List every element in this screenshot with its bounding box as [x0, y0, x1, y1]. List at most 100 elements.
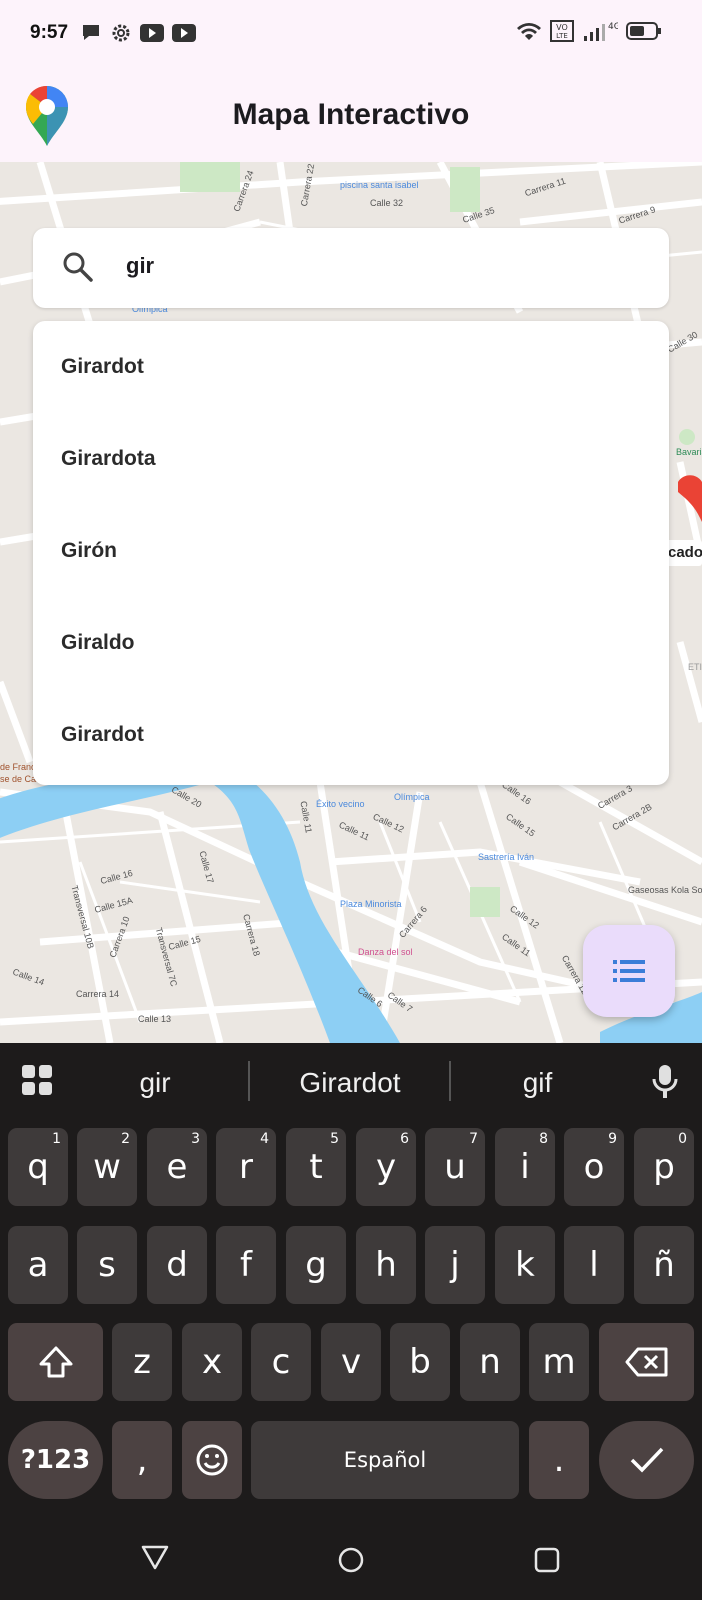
key-e[interactable]: e3 [147, 1128, 207, 1206]
key-h[interactable]: h [356, 1226, 416, 1304]
key-z[interactable]: z [112, 1323, 172, 1401]
key-t[interactable]: t5 [286, 1128, 346, 1206]
list-icon [613, 960, 645, 982]
suggestion-item[interactable]: Girardota [33, 413, 669, 505]
key-hint: 2 [121, 1131, 130, 1147]
key-label: q [27, 1147, 49, 1187]
battery-icon [626, 22, 661, 40]
key-label: p [653, 1147, 675, 1187]
suggestion-item[interactable]: Giraldo [33, 597, 669, 689]
key-u[interactable]: u7 [425, 1128, 485, 1206]
recents-nav-icon[interactable] [532, 1545, 562, 1575]
back-nav-icon[interactable] [140, 1542, 170, 1572]
shift-icon [39, 1346, 72, 1378]
status-time: 9:57 [30, 22, 69, 43]
map-label: Olímpica [394, 792, 430, 802]
key-w[interactable]: w2 [77, 1128, 137, 1206]
svg-text:4G: 4G [608, 22, 618, 32]
map-label: piscina santa isabel [340, 180, 419, 190]
key-label: o [583, 1147, 605, 1187]
period-key[interactable]: . [529, 1421, 589, 1499]
keyboard: gir Girardot gif q1 w2 e3 r4 t5 y6 u7 i8… [0, 1043, 702, 1600]
suggestion-item[interactable]: Girardot [33, 321, 669, 413]
signal-icon: 4G [584, 22, 618, 41]
key-label: e [166, 1147, 188, 1187]
volte-icon: VOLTE [550, 20, 574, 42]
key-label: y [375, 1147, 397, 1187]
key-x[interactable]: x [182, 1323, 242, 1401]
key-hint: 4 [260, 1131, 269, 1147]
done-key[interactable] [599, 1421, 694, 1499]
search-input[interactable]: gir [126, 253, 154, 279]
settings-gear-icon [112, 24, 130, 42]
youtube-icon-2 [172, 24, 196, 42]
keyboard-suggestion[interactable]: gir [60, 1061, 250, 1105]
key-i[interactable]: i8 [495, 1128, 555, 1206]
search-bar[interactable]: gir [33, 228, 669, 308]
space-key[interactable]: Español [251, 1421, 519, 1499]
system-status-icons: VO LTE 4G [516, 20, 662, 42]
key-hint: 0 [678, 1131, 687, 1147]
key-o[interactable]: o9 [564, 1128, 624, 1206]
home-nav-icon[interactable] [336, 1545, 366, 1575]
notification-icons [80, 22, 196, 44]
list-fab-button[interactable] [583, 925, 675, 1017]
key-f[interactable]: f [216, 1226, 276, 1304]
key-hint: 5 [330, 1131, 339, 1147]
wifi-icon [517, 23, 541, 40]
map-label: Gaseosas Kola Sol [628, 885, 702, 895]
key-r[interactable]: r4 [216, 1128, 276, 1206]
key-q[interactable]: q1 [8, 1128, 68, 1206]
key-l[interactable]: l [564, 1226, 624, 1304]
key-n[interactable]: n [460, 1323, 520, 1401]
key-m[interactable]: m [529, 1323, 589, 1401]
status-bar: 9:57 VO LTE 4G [0, 0, 702, 66]
symbols-key[interactable]: ?123 [8, 1421, 103, 1499]
map-label: Sastrería Iván [478, 852, 535, 862]
emoji-icon [196, 1444, 228, 1476]
map-label: cado [668, 544, 702, 561]
key-p[interactable]: p0 [634, 1128, 694, 1206]
emoji-key[interactable] [182, 1421, 242, 1499]
key-d[interactable]: d [147, 1226, 207, 1304]
key-label: u [444, 1147, 466, 1187]
map-label: Danza del sol [358, 947, 413, 957]
key-label: t [309, 1147, 323, 1187]
key-label: i [520, 1147, 530, 1187]
key-k[interactable]: k [495, 1226, 555, 1304]
key-hint: 7 [469, 1131, 478, 1147]
backspace-key[interactable] [599, 1323, 694, 1401]
key-v[interactable]: v [321, 1323, 381, 1401]
backspace-icon [625, 1347, 667, 1377]
map-label: Calle 32 [370, 198, 404, 208]
key-c[interactable]: c [251, 1323, 311, 1401]
key-g[interactable]: g [286, 1226, 346, 1304]
key-hint: 9 [608, 1131, 617, 1147]
map-label: Calle 13 [138, 1014, 172, 1024]
key-a[interactable]: a [8, 1226, 68, 1304]
key-j[interactable]: j [425, 1226, 485, 1304]
apps-grid-icon[interactable] [20, 1063, 54, 1097]
chat-icon [83, 25, 99, 40]
app-title: Mapa Interactivo [232, 98, 470, 131]
keyboard-suggestion[interactable]: Girardot [250, 1061, 450, 1105]
shift-key[interactable] [8, 1323, 103, 1401]
map-label: Éxito vecino [316, 799, 365, 809]
youtube-icon [140, 24, 164, 42]
key-y[interactable]: y6 [356, 1128, 416, 1206]
key-s[interactable]: s [77, 1226, 137, 1304]
map-label: Plaza Minorista [340, 899, 402, 909]
suggestion-item[interactable]: Girardot [33, 689, 669, 781]
key-hint: 3 [191, 1131, 200, 1147]
key-b[interactable]: b [390, 1323, 450, 1401]
microphone-icon[interactable] [650, 1063, 680, 1101]
app-bar: Mapa Interactivo [0, 66, 702, 162]
suggestions-list: Girardot Girardota Girón Giraldo Girardo… [33, 321, 669, 785]
key-hint: 8 [539, 1131, 548, 1147]
keyboard-suggestion[interactable]: gif [450, 1061, 625, 1105]
map-label: Bavaria [676, 447, 702, 457]
key-n-tilde[interactable]: ñ [634, 1226, 694, 1304]
suggestion-item[interactable]: Girón [33, 505, 669, 597]
comma-key[interactable]: , [112, 1421, 172, 1499]
map-label: ETI [688, 662, 702, 672]
